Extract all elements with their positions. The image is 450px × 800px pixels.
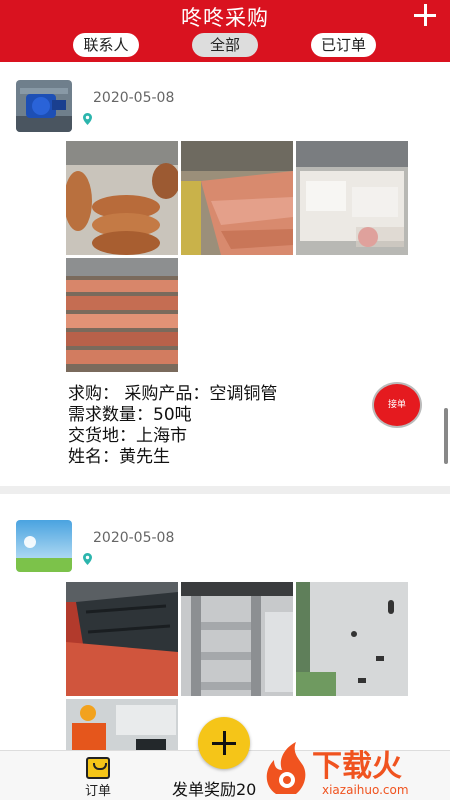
tab-orders-label: 订单 — [84, 784, 111, 799]
filter-ordered-button[interactable]: 已订单 — [311, 33, 376, 57]
demand-line: 求购： 采购产品：空调铜管 — [68, 384, 278, 404]
post-list[interactable]: 2020-05-08 求购： 采购产品：空调铜管 需求数量：50吨 交货地：上海… — [0, 62, 450, 750]
delivery-line: 交货地：上海市 — [68, 426, 187, 446]
location-icon — [83, 113, 92, 125]
post-photo[interactable] — [66, 141, 178, 255]
app-header: 咚咚采购 联系人 全部 已订单 — [0, 0, 450, 62]
post-card[interactable]: 2020-05-08 — [0, 62, 450, 486]
name-line: 姓名：黄先生 — [68, 447, 170, 467]
watermark-brand: 下载火 — [312, 749, 402, 784]
watermark-logo: 下载火 xiazaihuo.com — [266, 742, 409, 797]
reward-text[interactable]: 发单奖励20 — [172, 776, 268, 800]
add-icon[interactable] — [412, 2, 438, 28]
post-date: 2020-05-08 — [93, 530, 175, 546]
scrollbar[interactable] — [444, 408, 448, 464]
avatar[interactable] — [16, 80, 72, 132]
filter-contacts-button[interactable]: 联系人 — [73, 33, 139, 57]
watermark-url: xiazaihuo.com — [322, 783, 409, 797]
post-photo[interactable] — [66, 258, 178, 372]
post-date: 2020-05-08 — [93, 90, 175, 106]
quantity-line: 需求数量：50吨 — [68, 405, 192, 425]
app-title: 咚咚采购 — [181, 6, 269, 30]
post-photo[interactable] — [181, 141, 293, 255]
filter-all-button[interactable]: 全部 — [192, 33, 258, 57]
post-photo[interactable] — [181, 582, 293, 696]
location-icon — [83, 553, 92, 565]
accept-order-button[interactable]: 接单 — [372, 382, 422, 428]
post-photo[interactable] — [296, 582, 408, 696]
post-photo[interactable] — [66, 582, 178, 696]
post-photo[interactable] — [66, 699, 178, 750]
publish-order-button[interactable] — [198, 717, 250, 769]
post-photo[interactable] — [296, 141, 408, 255]
tab-orders[interactable]: 订单 — [70, 755, 126, 799]
avatar[interactable] — [16, 520, 72, 572]
shopping-bag-icon — [86, 757, 110, 779]
post-details: 求购： 采购产品：空调铜管 需求数量：50吨 交货地：上海市 姓名：黄先生 — [68, 384, 277, 468]
post-card[interactable]: 2020-05-08 — [0, 494, 450, 750]
